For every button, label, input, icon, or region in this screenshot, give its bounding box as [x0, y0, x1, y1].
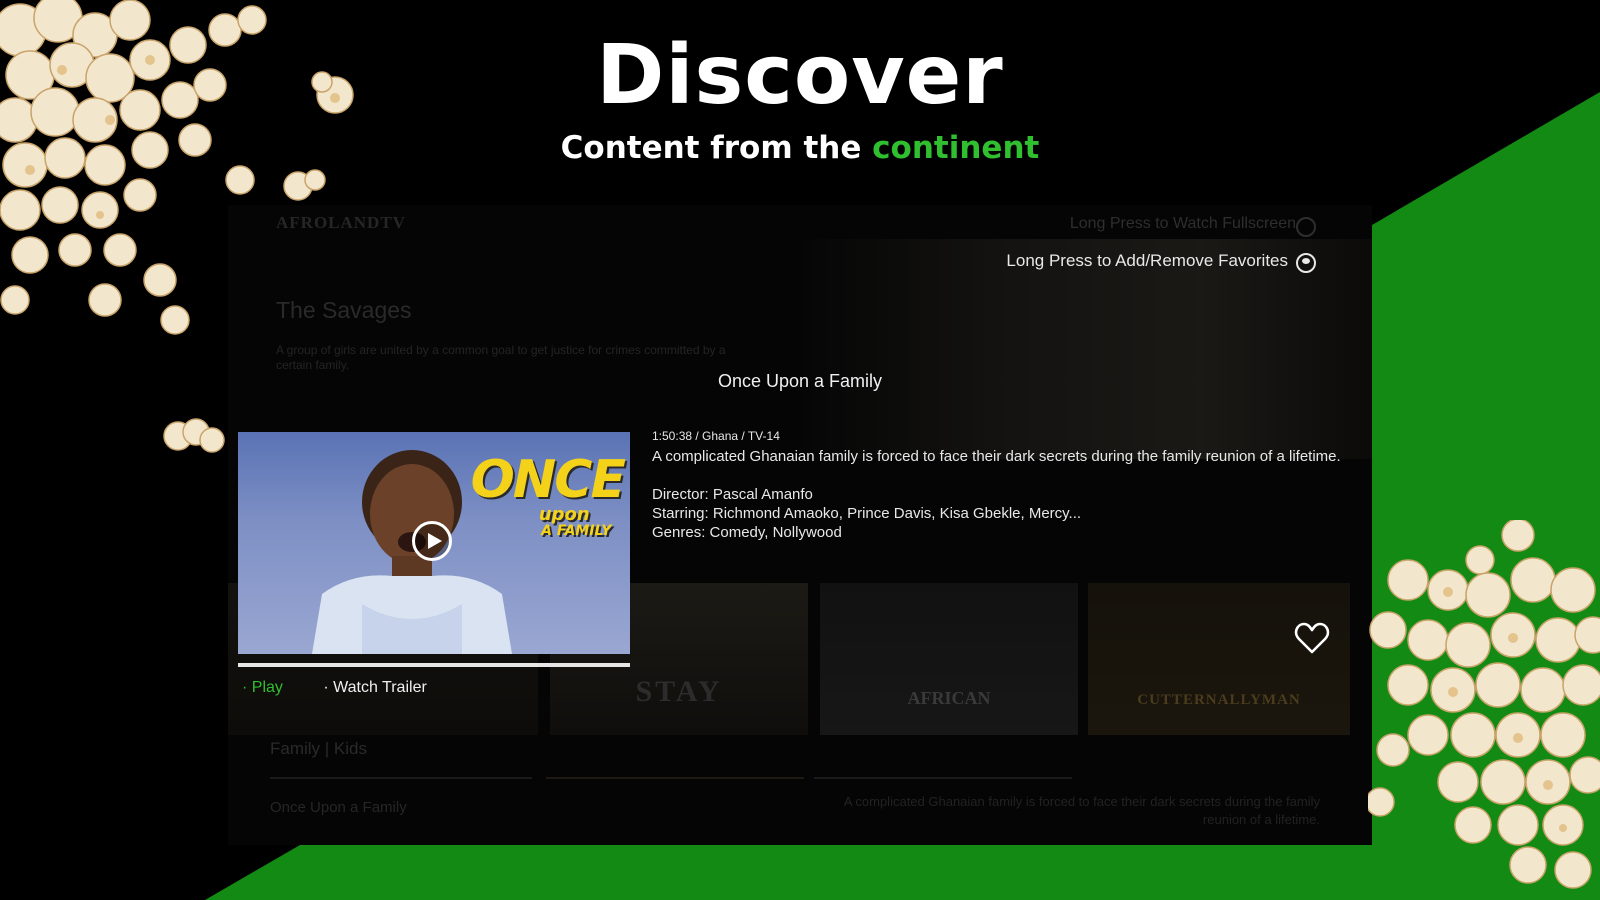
watch-trailer-label: Watch Trailer: [333, 679, 427, 696]
director-line: Director: Pascal Amanfo: [652, 486, 813, 503]
featured-backdrop-image: [802, 239, 1372, 459]
meta-line: 1:50:38 / Ghana / TV-14: [652, 429, 780, 443]
focused-item-title: Once Upon a Family: [717, 371, 883, 391]
row-divider: [546, 777, 804, 779]
hero-subtitle-accent: continent: [872, 130, 1040, 166]
tv-app-screenshot: AFROLANDTV Long Press to Watch Fullscree…: [228, 205, 1372, 845]
thumbnail-logo: ONCE upon A FAMILY: [470, 450, 626, 539]
hint-remote-icon: [1296, 253, 1316, 273]
focused-item-details: 1:50:38 / Ghana / TV-14 A complicated Gh…: [652, 429, 1342, 542]
item-description: A complicated Ghanaian family is forced …: [652, 448, 1341, 465]
play-button[interactable]: · Play: [242, 679, 301, 696]
thumbnail-logo-main: ONCE: [470, 450, 626, 510]
section-label: Family | Kids: [270, 739, 367, 758]
promo-screen: Discover Content from the continent AFRO…: [0, 0, 1600, 900]
poster-title: CUTTERNALLYMAN: [1137, 692, 1301, 708]
card-actions: · Play · Watch Trailer: [242, 679, 463, 697]
heart-icon[interactable]: [1294, 621, 1330, 655]
poster-card[interactable]: AFRICAN: [820, 583, 1078, 735]
play-icon[interactable]: [412, 521, 452, 561]
hero-subtitle-prefix: Content from the: [560, 130, 862, 166]
focused-thumbnail[interactable]: ONCE upon A FAMILY: [238, 432, 630, 654]
play-button-label: Play: [251, 679, 283, 696]
progress-fill: [238, 663, 630, 667]
thumbnail-logo-sub2: A FAMILY: [541, 523, 612, 539]
starring-line: Starring: Richmond Amaoko, Prince Davis,…: [652, 505, 1082, 522]
genres-line: Genres: Comedy, Nollywood: [652, 524, 842, 541]
hint-remote-icon: [1296, 217, 1316, 237]
popcorn-decoration: [163, 418, 225, 453]
hint-fullscreen: Long Press to Watch Fullscreen: [1069, 215, 1296, 232]
progress-bar: [238, 663, 630, 667]
hint-favorites: Long Press to Add/Remove Favorites: [1006, 251, 1288, 270]
bottom-item-description: A complicated Ghanaian family is forced …: [843, 794, 1320, 827]
popcorn-decoration: [1368, 520, 1600, 889]
bottom-item-title: Once Upon a Family: [270, 799, 407, 816]
poster-title: AFRICAN: [907, 688, 991, 708]
popcorn-decoration: [0, 0, 354, 335]
row-divider: [270, 777, 532, 779]
watch-trailer-button[interactable]: · Watch Trailer: [323, 679, 444, 696]
poster-title: STAY: [635, 675, 723, 708]
poster-card[interactable]: CUTTERNALLYMAN: [1088, 583, 1350, 735]
row-divider: [814, 777, 1072, 779]
